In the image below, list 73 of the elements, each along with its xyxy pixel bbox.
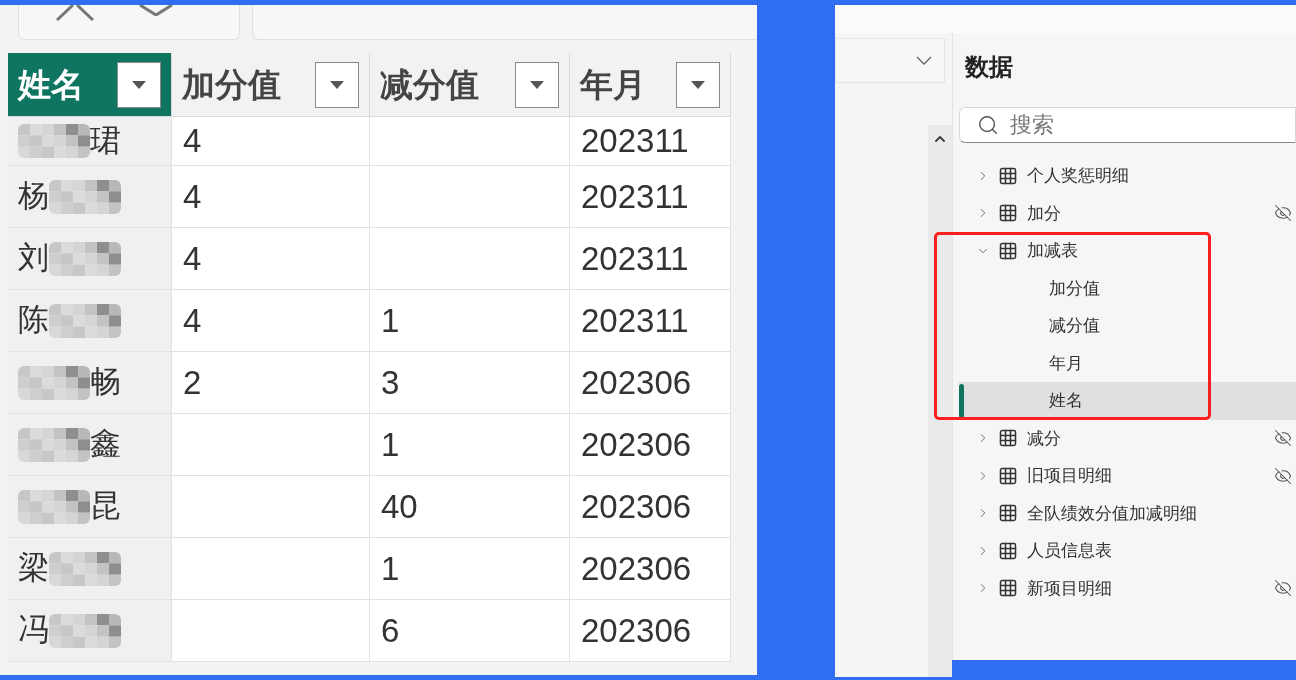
tree-item[interactable]: 加减表 xyxy=(959,232,1296,270)
name-text: 畅 xyxy=(90,363,121,402)
tree-item[interactable]: 姓名 xyxy=(959,382,1296,420)
table-cell: 202311 xyxy=(570,290,731,352)
table-grid-icon xyxy=(998,540,1018,561)
table-cell: 202306 xyxy=(570,600,731,662)
table-grid-icon xyxy=(998,503,1018,524)
tree-item[interactable]: 加分值 xyxy=(959,269,1296,307)
table-cell: 1 xyxy=(370,414,570,476)
table-grid-icon xyxy=(998,203,1018,224)
column-header-label: 年月 xyxy=(580,64,646,105)
name-text: 冯 xyxy=(18,611,49,650)
column-header-label: 姓名 xyxy=(18,64,84,105)
table-cell: 6 xyxy=(370,600,570,662)
table-cell: 4 xyxy=(172,117,370,166)
table-cell: 202306 xyxy=(570,476,731,538)
name-text: 刘 xyxy=(18,239,49,278)
tree-item[interactable]: 全队绩效分值加减明细 xyxy=(959,494,1296,532)
dropdown-triangle-icon xyxy=(330,80,344,89)
table-grid-icon xyxy=(998,240,1018,261)
tree-item[interactable]: 加分 xyxy=(959,194,1296,232)
eye-off-icon[interactable] xyxy=(1274,429,1292,448)
tree-item[interactable]: 新项目明细 xyxy=(959,569,1296,607)
dropdown-triangle-icon xyxy=(691,80,705,89)
tree-item[interactable]: 人员信息表 xyxy=(959,532,1296,570)
table-cell: 202306 xyxy=(570,414,731,476)
eye-off-icon[interactable] xyxy=(1274,466,1292,485)
search-icon xyxy=(977,114,999,136)
filter-dropdown-button[interactable] xyxy=(315,61,359,108)
filter-dropdown-button[interactable] xyxy=(117,61,161,108)
table-cell: 202306 xyxy=(570,538,731,600)
table-cell: 4 xyxy=(172,290,370,352)
table-grid-icon xyxy=(998,428,1018,449)
tree-item[interactable]: 减分 xyxy=(959,419,1296,457)
name-text: 昆 xyxy=(90,487,121,526)
column-header-label: 减分值 xyxy=(380,64,479,105)
table-cell: 202311 xyxy=(570,117,731,166)
search-field[interactable]: 搜索 xyxy=(959,107,1296,143)
eye-off-icon[interactable] xyxy=(1274,204,1292,223)
tree-item[interactable]: 年月 xyxy=(959,344,1296,382)
table-cell: 4 xyxy=(172,228,370,290)
eye-off-icon[interactable] xyxy=(1274,579,1292,598)
table-grid-icon xyxy=(998,578,1018,599)
name-text: 珺 xyxy=(90,121,121,160)
close-icon[interactable] xyxy=(55,5,95,21)
tree-item[interactable]: 减分值 xyxy=(959,307,1296,345)
table-cell: 3 xyxy=(370,352,570,414)
table-cell: 40 xyxy=(370,476,570,538)
name-text: 杨 xyxy=(18,177,49,216)
table-grid-icon xyxy=(998,165,1018,186)
column-header-label: 加分值 xyxy=(182,64,281,105)
chevron-down-icon[interactable] xyxy=(139,5,173,16)
scrollbar[interactable] xyxy=(928,125,952,677)
table-cell: 4 xyxy=(172,166,370,228)
filter-dropdown-button[interactable] xyxy=(515,61,559,108)
table-cell: 1 xyxy=(370,538,570,600)
table-cell: 1 xyxy=(370,290,570,352)
table-cell: 202311 xyxy=(570,166,731,228)
dropdown-triangle-icon xyxy=(530,80,544,89)
table-cell: 202311 xyxy=(570,228,731,290)
name-text: 梁 xyxy=(18,549,49,588)
selection-indicator xyxy=(959,384,964,418)
table-cell: 2 xyxy=(172,352,370,414)
table-grid-icon xyxy=(998,465,1018,486)
filter-dropdown-button[interactable] xyxy=(676,61,720,108)
tree-item[interactable]: 旧项目明细 xyxy=(959,457,1296,495)
table-cell: 202306 xyxy=(570,352,731,414)
dropdown-triangle-icon xyxy=(132,80,146,89)
name-text: 鑫 xyxy=(90,425,121,464)
pane-title: 数据 xyxy=(965,52,1014,82)
tree-item[interactable]: 个人奖惩明细 xyxy=(959,157,1296,195)
chevron-down-icon xyxy=(916,56,932,65)
name-text: 陈 xyxy=(18,301,49,340)
